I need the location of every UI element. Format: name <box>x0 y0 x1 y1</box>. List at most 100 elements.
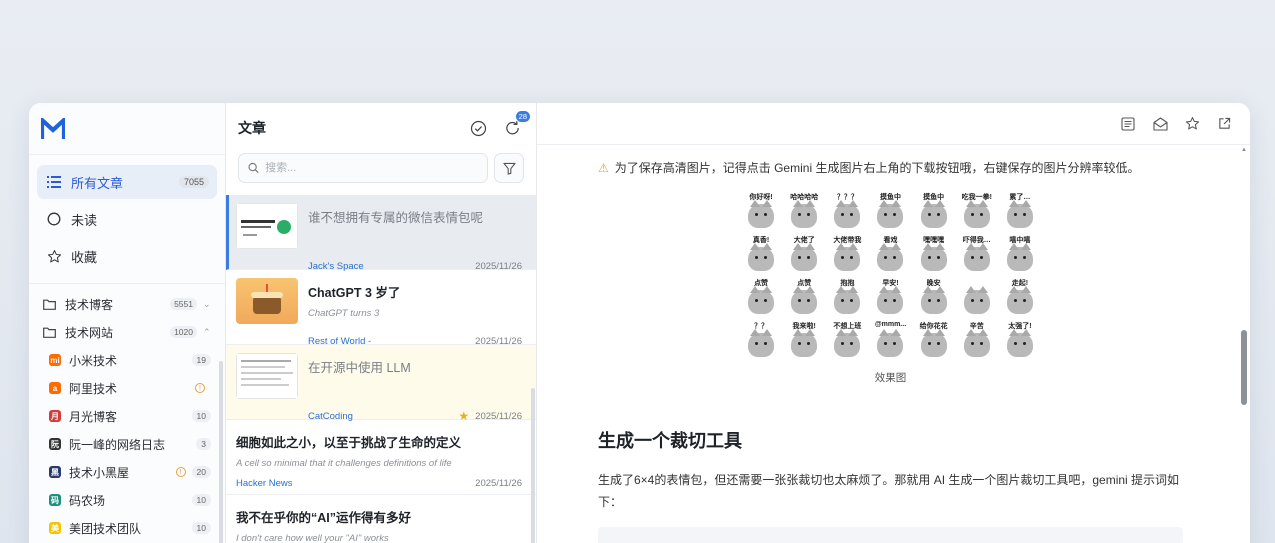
sticker-cell: 不想上班 <box>827 321 868 362</box>
sticker-cell: 走起! <box>999 278 1040 319</box>
sticker-cell: 点赞 <box>741 278 782 319</box>
count-badge: 19 <box>191 354 211 366</box>
sticker-cell: @mmm... <box>870 321 911 362</box>
search-input[interactable] <box>265 162 478 174</box>
article-body: 细胞如此之小，以至于挑战了生命的定义 A cell so minimal that… <box>236 428 522 494</box>
article-item[interactable]: 我不在乎你的“AI”运作得有多好 I don't care how well yo… <box>226 495 536 543</box>
filter-icon <box>502 162 516 175</box>
chevron-up-icon[interactable]: ⌃ <box>203 327 211 338</box>
article-title: 细胞如此之小，以至于挑战了生命的定义 <box>236 436 462 450</box>
feed-item[interactable]: 美美团技术团队 10 <box>29 514 225 542</box>
nav-label: 收藏 <box>71 249 98 265</box>
sticker-cell: 摸鱼中 <box>870 192 911 233</box>
article-subtitle: ChatGPT turns 3 <box>308 308 380 319</box>
sticker-cell: ？？ <box>741 321 782 362</box>
count-badge: 20 <box>191 466 211 478</box>
article-item[interactable]: 谁不想拥有专属的微信表情包呢 Jack's Space 2025/11/26 <box>226 195 536 272</box>
cat-sticker-icon <box>877 329 904 357</box>
article-item[interactable]: ChatGPT 3 岁了 ChatGPT turns 3 Rest of World… <box>226 270 536 347</box>
feed-favicon-icon: 黑 <box>49 466 61 478</box>
code-block <box>598 527 1183 543</box>
feed-item[interactable]: a 阿里技术! <box>29 374 225 402</box>
cat-sticker-icon <box>963 200 990 228</box>
count-badge: 10 <box>191 410 211 422</box>
body-paragraph: 生成了6×4的表情包，但还需要一张张裁切也太麻烦了。那就用 AI 生成一个图片裁… <box>598 473 1180 509</box>
cat-sticker-icon <box>920 243 947 271</box>
sticker-cell: 点赞 <box>784 278 825 319</box>
feed-item[interactable]: 码码农场 10 <box>29 486 225 514</box>
sticker-cell <box>956 278 997 319</box>
star-button[interactable] <box>1180 112 1204 136</box>
sticker-image: 你好呀! 哈哈哈哈？？？ 摸鱼中 摸鱼中 吃我一拳! 累了… 真香! 大佬了 大佬带我 看戏 嘿嘿嘿… <box>741 192 1041 362</box>
cat-sticker-icon <box>920 286 947 314</box>
reader-pane: ⚠ 为了保存高清图片，记得点击 Gemini 生成图片右上角的下载按钮哦，右键保… <box>537 103 1250 543</box>
sticker-cell: 看戏 <box>870 235 911 276</box>
article-body: 我不在乎你的“AI”运作得有多好 I don't care how well yo… <box>236 503 522 543</box>
cat-sticker-icon <box>791 286 818 314</box>
refresh-button[interactable]: 28 <box>500 111 530 140</box>
article-date: 2025/11/26 <box>475 478 522 489</box>
feed-label: 阮一峰的网络日志 <box>69 437 166 452</box>
app-logo <box>29 103 225 155</box>
cat-sticker-icon <box>748 243 775 271</box>
count-badge: 10 <box>191 494 211 506</box>
scroll-up-arrow-icon[interactable]: ▲ <box>1241 147 1247 153</box>
sticker-cell: 大佬了 <box>784 235 825 276</box>
article-content: ⚠ 为了保存高清图片，记得点击 Gemini 生成图片右上角的下载按钮哦，右键保… <box>598 159 1183 543</box>
cat-sticker-icon <box>748 329 775 357</box>
sticker-cell: 你好呀! <box>741 192 782 233</box>
nav-starred[interactable]: 收藏 <box>37 239 217 273</box>
article-title: 谁不想拥有专属的微信表情包呢 <box>308 211 484 225</box>
feed-item[interactable]: mi 小米技术 19 <box>29 346 225 374</box>
article-source[interactable]: Hacker News <box>236 478 475 489</box>
nav-all-articles[interactable]: 所有文章 7055 <box>37 165 217 199</box>
feed-favicon-icon: 美 <box>49 522 61 534</box>
folder-label: 技术博客 <box>65 297 114 312</box>
warning-icon: ⚠ <box>598 160 609 175</box>
sticker-cell: 晚安 <box>913 278 954 319</box>
article-body: 在开源中使用 LLM CatCoding ★ 2025/11/26 <box>308 353 522 422</box>
count-badge: 1020 <box>170 326 197 338</box>
feed-item[interactable]: 阮阮一峰的网络日志 3 <box>29 430 225 458</box>
cat-sticker-icon <box>1006 243 1033 271</box>
circle-icon <box>45 210 63 228</box>
folder-tech-sites[interactable]: 技术网站 1020 ⌃ <box>29 318 225 346</box>
reader-view-button[interactable] <box>1116 112 1140 136</box>
sticker-cell: 大佬带我 <box>827 235 868 276</box>
nav-unread[interactable]: 未读 <box>37 202 217 236</box>
article-item[interactable]: 在开源中使用 LLM CatCoding ★ 2025/11/26 <box>226 345 536 422</box>
mark-all-read-button[interactable] <box>466 116 490 140</box>
article-thumbnail <box>236 353 298 399</box>
star-icon <box>45 247 63 265</box>
check-circle-icon <box>470 120 486 136</box>
open-external-button[interactable] <box>1212 112 1236 136</box>
chevron-down-icon[interactable]: ⌄ <box>203 299 211 310</box>
sidebar-scrollbar[interactable] <box>219 361 223 543</box>
nav-label: 未读 <box>71 212 98 228</box>
count-badge: 7055 <box>178 176 209 188</box>
cat-sticker-icon <box>963 243 990 271</box>
article-item[interactable]: 细胞如此之小，以至于挑战了生命的定义 A cell so minimal that… <box>226 420 536 495</box>
filter-button[interactable] <box>494 153 524 183</box>
feed-item[interactable]: 黑技术小黑屋! 20 <box>29 458 225 486</box>
sticker-cell: 给你花花 <box>913 321 954 362</box>
feed-favicon-icon: mi <box>49 354 61 366</box>
cat-sticker-icon <box>834 286 861 314</box>
feed-warning-icon: ! <box>175 467 186 477</box>
article-list-pane: 文章 28 谁不想拥有专属的微信表情包呢Jack's Space2025/11/… <box>226 103 537 543</box>
feed-item[interactable]: 月月光博客 10 <box>29 402 225 430</box>
cat-sticker-icon <box>834 200 861 228</box>
count-badge: 3 <box>196 438 211 450</box>
search-row <box>226 153 536 183</box>
folder-tech-blogs[interactable]: 技术博客 5551 ⌄ <box>29 290 225 318</box>
article-subtitle: A cell so minimal that it challenges def… <box>236 458 452 469</box>
cat-sticker-icon <box>791 200 818 228</box>
logo-m-icon <box>41 117 65 139</box>
article-subtitle: I don't care how well your "AI" works <box>236 533 389 543</box>
article-title: 在开源中使用 LLM <box>308 361 411 375</box>
reader-scrollbar[interactable] <box>1241 330 1247 405</box>
list-scrollbar[interactable] <box>531 388 535 543</box>
sticker-cell: 我来啦! <box>784 321 825 362</box>
sticker-cell: 摸鱼中 <box>913 192 954 233</box>
mark-unread-button[interactable] <box>1148 112 1172 136</box>
